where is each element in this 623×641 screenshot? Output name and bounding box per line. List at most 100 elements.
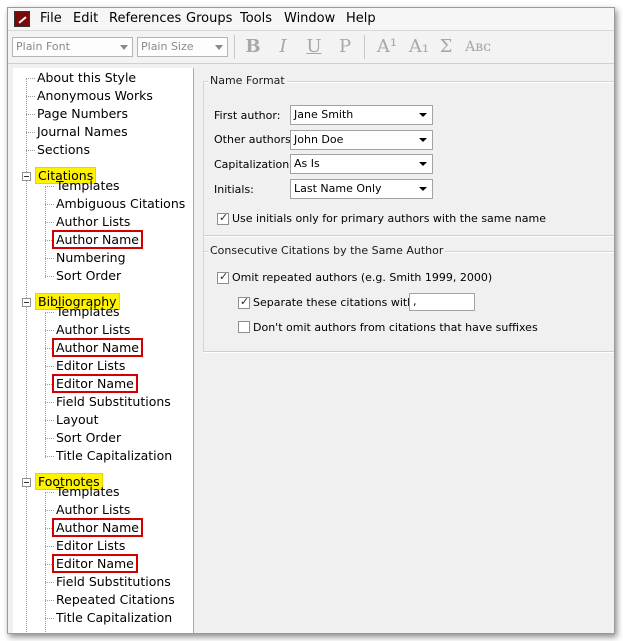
tree-item-bibliography-author-name[interactable]: Author Name (52, 338, 143, 357)
tree-item-label: About this Style (37, 70, 137, 85)
menu-file[interactable]: File (40, 11, 62, 27)
omit-repeated-label: Omit repeated authors (e.g. Smith 1999, … (232, 271, 493, 284)
first-author-value: Jane Smith (294, 108, 354, 121)
tree-item-label: Editor Lists (56, 358, 126, 373)
menu-tools[interactable]: Tools (240, 11, 272, 27)
dont-omit-checkbox[interactable] (238, 321, 250, 333)
tree-line (26, 132, 35, 133)
tree-line (45, 564, 54, 565)
other-authors-select[interactable]: John Doe (290, 130, 433, 150)
initials-label: Initials: (214, 183, 254, 196)
tree-line (26, 96, 35, 97)
tree-item-bibliography-sort-order[interactable]: Sort Order (54, 430, 123, 446)
tree-item-citations-templates[interactable]: Templates (54, 178, 122, 194)
tree-line (45, 402, 54, 403)
tree-item-label: Author Name (52, 230, 143, 249)
tree-item-label: Author Lists (56, 502, 131, 517)
tree-item-label: Templates (56, 178, 120, 193)
tree-item-sections[interactable]: Sections (35, 142, 92, 158)
symbol-button[interactable]: Σ (436, 36, 456, 58)
tree-line (45, 456, 54, 457)
tree-item-citations-author-name[interactable]: Author Name (52, 230, 143, 249)
menu-references[interactable]: References (109, 11, 181, 27)
font-select[interactable]: Plain Font (12, 37, 133, 57)
capitalization-select[interactable]: As Is (290, 154, 433, 174)
app-logo-icon[interactable] (14, 11, 30, 27)
menu-edit[interactable]: Edit (73, 11, 98, 27)
settings-panel: Name Format First author: Jane Smith Oth… (197, 68, 614, 633)
plain-button[interactable]: P (335, 36, 355, 58)
menu-groups[interactable]: Groups (186, 11, 232, 27)
tree-item-footnotes-editor-lists[interactable]: Editor Lists (54, 538, 127, 554)
tree-item-footnotes-author-name[interactable]: Author Name (52, 518, 143, 537)
other-authors-label: Other authors: (214, 133, 295, 146)
smallcaps-button[interactable]: Aʙᴄ (464, 36, 492, 58)
tree-line (45, 312, 54, 313)
tree-item-anonymous-works[interactable]: Anonymous Works (35, 88, 155, 104)
underline-button[interactable]: U (304, 36, 324, 58)
chevron-down-icon (215, 45, 223, 50)
tree-item-label: Templates (56, 304, 120, 319)
collapse-icon[interactable] (22, 298, 31, 307)
section-divider (203, 235, 614, 237)
italic-button[interactable]: I (273, 36, 293, 58)
tree-item-citations-sort-order[interactable]: Sort Order (54, 268, 123, 284)
chevron-down-icon (419, 187, 427, 191)
menu-help[interactable]: Help (346, 11, 376, 27)
tree-line (45, 186, 54, 187)
tree-item-bibliography-field-substitutions[interactable]: Field Substitutions (54, 394, 173, 410)
tree-item-page-numbers[interactable]: Page Numbers (35, 106, 130, 122)
tree-line (45, 546, 54, 547)
tree-item-label: Field Substitutions (56, 394, 171, 409)
tree-item-bibliography-editor-name[interactable]: Editor Name (52, 374, 138, 393)
separate-citations-label: Separate these citations with: (253, 296, 418, 309)
tree-item-footnotes-repeated-citations[interactable]: Repeated Citations (54, 592, 177, 608)
subscript-button[interactable]: A₁ (406, 36, 432, 58)
tree-line (45, 222, 54, 223)
tree-item-label: Journal Names (37, 124, 128, 139)
superscript-button[interactable]: A¹ (374, 36, 400, 58)
separate-citations-checkbox[interactable] (238, 295, 250, 309)
bold-button[interactable]: B (243, 36, 263, 58)
tree-item-footnotes-templates[interactable]: Templates (54, 484, 122, 500)
tree-line (45, 528, 54, 529)
tree-line (45, 366, 54, 367)
tree-item-citations-ambiguous[interactable]: Ambiguous Citations (54, 196, 187, 212)
tree-item-label: Repeated Citations (56, 592, 175, 607)
tree-line (45, 618, 54, 619)
chevron-down-icon (419, 162, 427, 166)
tree-item-bibliography-layout[interactable]: Layout (54, 412, 101, 428)
tree-item-footnotes-author-lists[interactable]: Author Lists (54, 502, 132, 518)
tree-item-bibliography-templates[interactable]: Templates (54, 304, 122, 320)
size-select[interactable]: Plain Size (137, 37, 228, 57)
tree-item-bibliography-title-capitalization[interactable]: Title Capitalization (54, 448, 174, 464)
tree-item-citations-numbering[interactable]: Numbering (54, 250, 128, 266)
tree-item-journal-names[interactable]: Journal Names (35, 124, 130, 140)
omit-repeated-checkbox[interactable] (217, 270, 229, 284)
collapse-icon[interactable] (22, 478, 31, 487)
tree-line (45, 582, 54, 583)
tree-line (45, 600, 54, 601)
separator-input[interactable]: , (409, 293, 475, 311)
tree-item-about-this-style[interactable]: About this Style (35, 70, 138, 86)
tree-item-footnotes-editor-name[interactable]: Editor Name (52, 554, 138, 573)
first-author-select[interactable]: Jane Smith (290, 105, 433, 125)
tree-item-footnotes-field-substitutions[interactable]: Field Substitutions (54, 574, 173, 590)
first-author-label: First author: (214, 109, 281, 122)
chevron-down-icon (120, 45, 128, 50)
tree-item-citations-author-lists[interactable]: Author Lists (54, 214, 132, 230)
tree-item-footnotes-title-capitalization[interactable]: Title Capitalization (54, 610, 174, 626)
tree-item-label: Field Substitutions (56, 574, 171, 589)
tree-item-bibliography-author-lists[interactable]: Author Lists (54, 322, 132, 338)
collapse-icon[interactable] (22, 172, 31, 181)
use-initials-checkbox[interactable] (217, 211, 229, 225)
tree-line (45, 420, 54, 421)
tree-item-bibliography-editor-lists[interactable]: Editor Lists (54, 358, 127, 374)
menu-window[interactable]: Window (284, 11, 335, 27)
dont-omit-label: Don't omit authors from citations that h… (253, 321, 538, 334)
tree-item-label: Layout (56, 412, 99, 427)
tree-line (45, 204, 54, 205)
consecutive-title: Consecutive Citations by the Same Author (208, 244, 446, 257)
initials-select[interactable]: Last Name Only (290, 179, 433, 199)
capitalization-value: As Is (294, 157, 320, 170)
